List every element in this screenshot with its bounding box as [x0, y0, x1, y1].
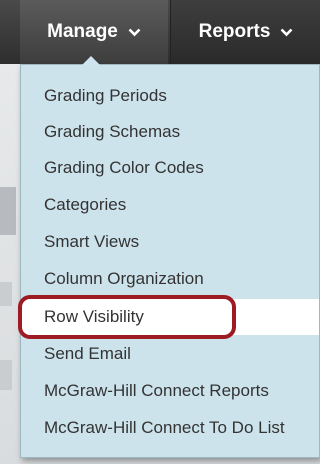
menu-item-connect-reports[interactable]: McGraw-Hill Connect Reports	[21, 373, 319, 409]
menu-item-label: Grading Color Codes	[44, 158, 204, 177]
menu-item-label: Smart Views	[44, 232, 140, 251]
menu-item-label: Grading Schemas	[44, 122, 181, 141]
menu-item-label: Grading Periods	[44, 86, 167, 105]
manage-tab-label: Manage	[47, 21, 118, 42]
menu-item-connect-to-do-list[interactable]: McGraw-Hill Connect To Do List	[21, 410, 319, 446]
menu-item-grading-schemas[interactable]: Grading Schemas	[21, 114, 319, 150]
menu-item-label: Send Email	[44, 344, 131, 363]
menu-item-send-email[interactable]: Send Email	[21, 336, 319, 372]
menu-item-row-visibility[interactable]: Row Visibility	[21, 299, 319, 335]
menu-item-label: Column Organization	[44, 269, 204, 288]
top-navigation-bar: Manage Reports	[0, 0, 320, 64]
menu-item-column-organization[interactable]: Column Organization	[21, 261, 319, 297]
manage-menu-tab[interactable]: Manage	[20, 0, 168, 64]
menu-item-grading-periods[interactable]: Grading Periods	[21, 78, 319, 114]
background-panel	[0, 187, 16, 235]
menu-item-label: Categories	[44, 195, 127, 214]
menu-item-categories[interactable]: Categories	[21, 187, 319, 223]
menu-item-label: McGraw-Hill Connect To Do List	[44, 418, 285, 437]
dropdown-pointer	[82, 56, 100, 65]
menu-item-smart-views[interactable]: Smart Views	[21, 224, 319, 260]
manage-dropdown-menu: Grading Periods Grading Schemas Grading …	[20, 64, 320, 458]
background-panel	[0, 282, 12, 306]
reports-menu-tab[interactable]: Reports	[170, 0, 320, 64]
background-panel	[0, 360, 12, 390]
menu-item-label: Row Visibility	[44, 307, 144, 326]
menu-item-label: McGraw-Hill Connect Reports	[44, 381, 269, 400]
menu-item-grading-color-codes[interactable]: Grading Color Codes	[21, 150, 319, 186]
chevron-down-icon	[280, 28, 293, 37]
reports-tab-label: Reports	[198, 21, 271, 42]
chevron-down-icon	[128, 28, 141, 37]
